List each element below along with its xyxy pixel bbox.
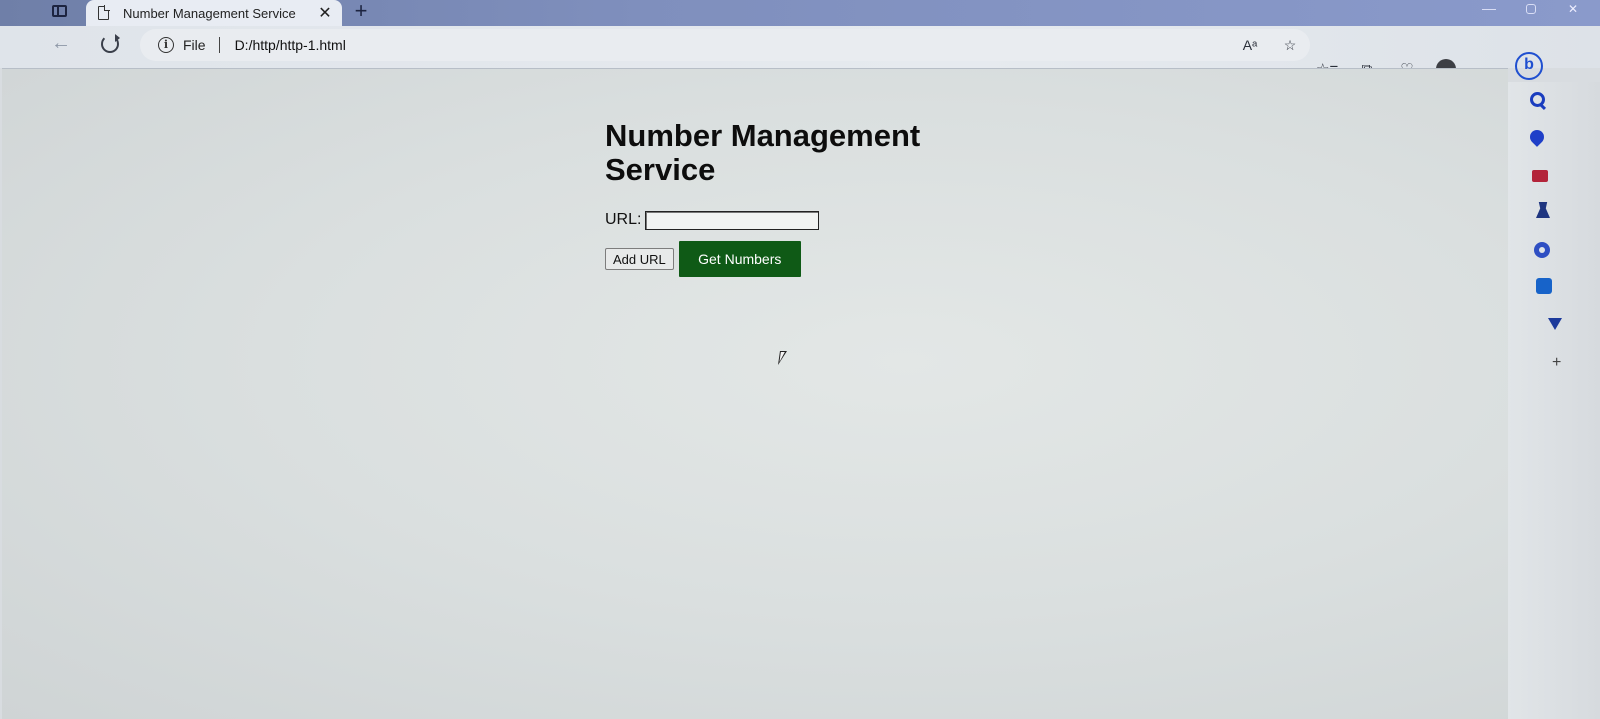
- new-tab-button[interactable]: +: [350, 0, 372, 24]
- minimize-icon[interactable]: [1482, 2, 1496, 10]
- drop-icon[interactable]: [1548, 318, 1562, 330]
- bing-chat-icon[interactable]: b: [1515, 52, 1543, 80]
- url-label: URL:: [605, 211, 642, 228]
- sidebar-add-icon[interactable]: +: [1552, 354, 1561, 372]
- tab-title: Number Management Service: [123, 5, 296, 21]
- info-icon[interactable]: i: [158, 37, 174, 53]
- address-tools: Aᵃ ☆: [1240, 29, 1300, 61]
- url-input[interactable]: [645, 210, 820, 230]
- tab-strip: Number Management Service ✕ + ✕: [0, 0, 1600, 26]
- outlook-icon[interactable]: [1536, 278, 1552, 294]
- refresh-icon[interactable]: [101, 34, 120, 53]
- window-controls: ✕: [1482, 2, 1580, 16]
- read-aloud-icon[interactable]: Aᵃ: [1240, 37, 1260, 53]
- tab-active[interactable]: Number Management Service ✕: [86, 0, 342, 26]
- address-scheme: File: [183, 37, 206, 53]
- back-arrow-icon[interactable]: ←: [50, 32, 72, 56]
- games-icon[interactable]: [1536, 202, 1550, 218]
- browser-toolbar: ← i File D:/http/http-1.html Aᵃ ☆ ☆≡ ⧉ ♡…: [0, 26, 1600, 79]
- address-separator: [218, 37, 220, 53]
- button-row: Add URL Get Numbers: [605, 241, 945, 277]
- url-row: URL:: [605, 209, 945, 231]
- office-icon[interactable]: [1534, 242, 1550, 258]
- close-window-icon[interactable]: ✕: [1566, 2, 1580, 16]
- get-numbers-button[interactable]: Get Numbers: [678, 241, 801, 277]
- tools-bag-icon[interactable]: [1532, 170, 1548, 182]
- add-url-button[interactable]: Add URL: [605, 248, 674, 270]
- maximize-icon[interactable]: [1526, 4, 1536, 14]
- search-icon[interactable]: [1530, 92, 1548, 110]
- browser-window: Number Management Service ✕ + ✕ ← i File…: [0, 0, 1600, 719]
- edge-sidebar: +: [1508, 82, 1600, 719]
- favorite-star-icon[interactable]: ☆: [1280, 37, 1300, 54]
- shopping-tag-icon[interactable]: [1527, 127, 1547, 147]
- page-title: Number Management Service: [605, 118, 921, 187]
- page-content: Number Management Service URL: Add URL G…: [605, 119, 945, 277]
- page-viewport: Number Management Service URL: Add URL G…: [2, 68, 1508, 719]
- mouse-cursor-icon: [778, 351, 787, 365]
- address-bar[interactable]: i File D:/http/http-1.html Aᵃ ☆: [140, 29, 1310, 61]
- tab-close-icon[interactable]: ✕: [314, 3, 336, 23]
- tab-actions-icon[interactable]: [48, 2, 70, 20]
- document-icon: [98, 5, 110, 20]
- address-url[interactable]: D:/http/http-1.html: [235, 37, 346, 53]
